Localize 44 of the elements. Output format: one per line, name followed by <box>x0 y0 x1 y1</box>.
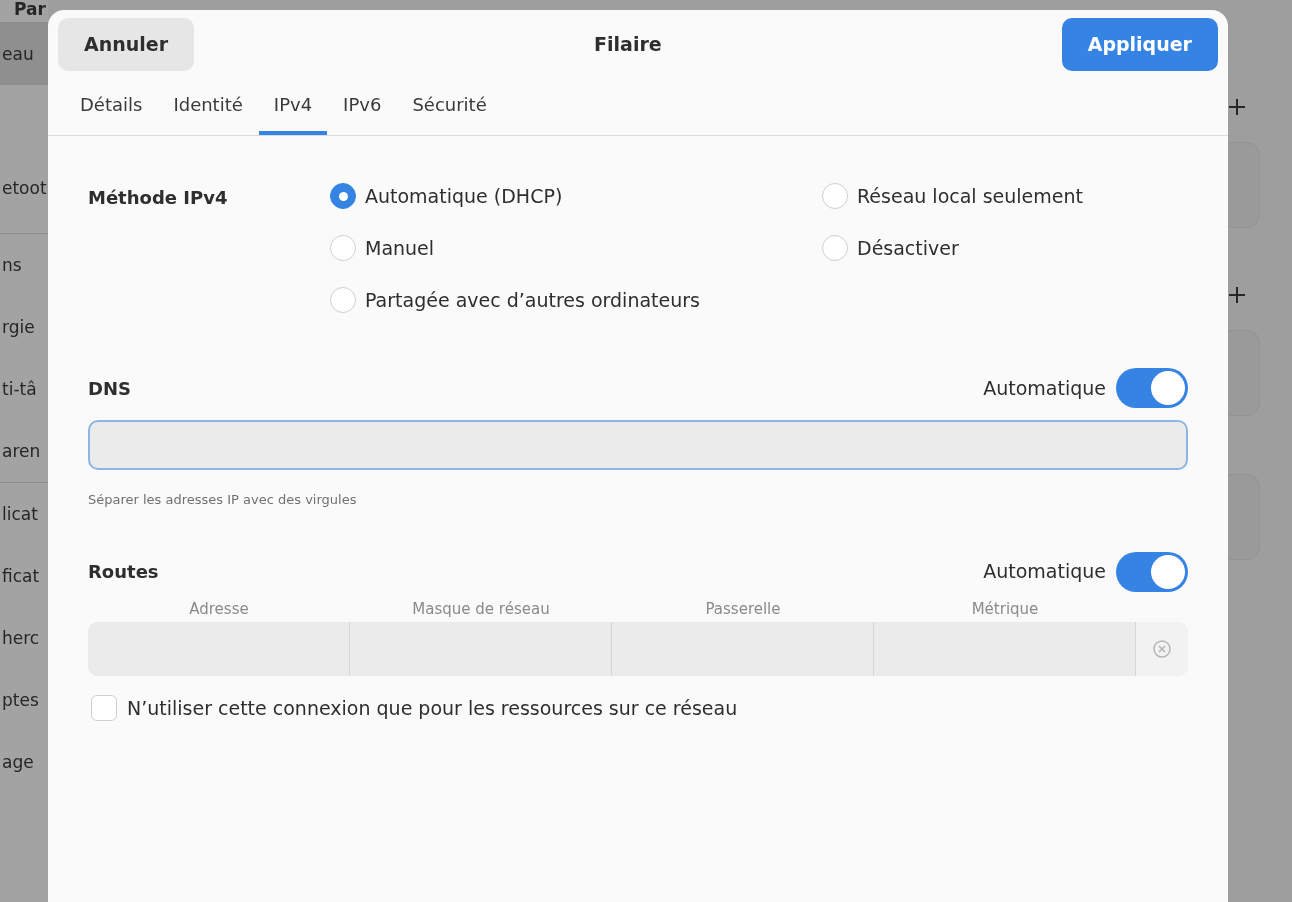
sidebar-item[interactable]: herc <box>0 607 48 669</box>
radio-option[interactable]: Partagée avec d’autres ordinateurs <box>330 282 822 318</box>
radio-option[interactable]: Automatique (DHCP) <box>330 178 822 214</box>
route-field[interactable] <box>88 622 350 676</box>
app-title: Par <box>13 0 47 21</box>
sidebar-item[interactable]: eau <box>0 23 48 85</box>
switch-label: Automatique <box>983 559 1106 585</box>
toggle-switch[interactable] <box>1116 551 1188 592</box>
add-icon[interactable] <box>1228 98 1246 116</box>
sidebar-item[interactable]: etoot <box>0 157 48 219</box>
tab[interactable]: Identité <box>158 72 258 135</box>
sidebar-item[interactable]: ptes <box>0 669 48 731</box>
column-header: Adresse <box>188 598 250 620</box>
cancel-button[interactable]: Annuler <box>58 18 195 71</box>
sidebar-item[interactable]: age <box>0 731 48 793</box>
dialog-title: Filaire <box>594 32 662 58</box>
switch-label: Automatique <box>983 375 1106 401</box>
sidebar-item[interactable]: aren <box>0 420 48 482</box>
remove-button[interactable] <box>1136 622 1188 676</box>
add-icon[interactable] <box>1228 286 1246 304</box>
column-header: Métrique <box>970 598 1040 620</box>
toggle-switch[interactable] <box>1116 368 1188 408</box>
sidebar-item[interactable]: ti-tâ <box>0 358 48 420</box>
sidebar-item[interactable]: licat <box>0 483 48 545</box>
tab[interactable]: IPv6 <box>328 72 397 135</box>
section-label: Routes <box>88 560 159 584</box>
apply-button[interactable]: Appliquer <box>1061 18 1218 71</box>
column-header: Passerelle <box>704 598 782 620</box>
section-label: Méthode IPv4 <box>88 186 229 210</box>
radio-option[interactable]: Manuel <box>330 230 822 266</box>
radio-option[interactable]: Désactiver <box>822 230 1188 266</box>
dns-field[interactable] <box>88 420 1188 470</box>
sidebar-item[interactable]: ns <box>0 234 48 296</box>
tab[interactable]: IPv4 <box>258 72 328 135</box>
sidebar-item[interactable]: rgie <box>0 296 48 358</box>
section-label: DNS <box>88 376 131 401</box>
tab[interactable]: Sécurité <box>397 72 502 135</box>
sidebar-item[interactable]: ficat <box>0 545 48 607</box>
hint-text: Séparer les adresses IP avec des virgules <box>88 491 358 509</box>
radio-option[interactable]: Réseau local seulement <box>822 178 1188 214</box>
close-icon <box>1152 639 1172 659</box>
column-header: Masque de réseau <box>411 598 551 620</box>
tab[interactable]: Détails <box>65 72 158 135</box>
checkbox-option[interactable]: N’utiliser cette connexion que pour les ressources sur ce réseau <box>88 694 738 723</box>
